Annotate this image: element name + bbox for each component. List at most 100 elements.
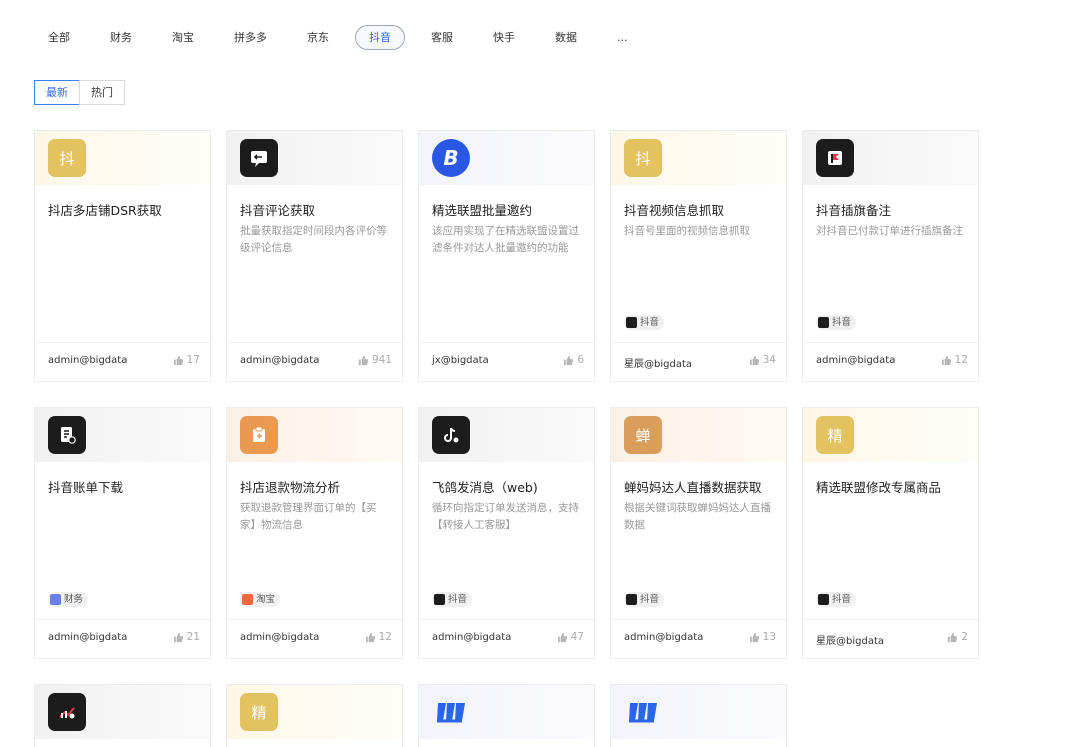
like-button[interactable]: 34 bbox=[749, 354, 776, 366]
card-title: 蝉妈妈达人直播数据获取 bbox=[624, 480, 762, 495]
card-author: 星辰@bigdata bbox=[624, 359, 692, 370]
app-card[interactable]: 抖 抖音视频信息抓取 抖音号里面的视频信息抓取 抖音 星辰@bigdata 34 bbox=[610, 130, 787, 382]
douyin-icon bbox=[818, 594, 829, 605]
like-button[interactable]: 13 bbox=[749, 631, 776, 643]
like-button[interactable]: 941 bbox=[358, 354, 392, 366]
thumbs-up-icon bbox=[557, 632, 567, 642]
card-header bbox=[227, 408, 402, 462]
tag-label: 抖音 bbox=[832, 594, 852, 605]
category-tag: 抖音 bbox=[624, 315, 665, 330]
douyin-icon bbox=[818, 317, 829, 328]
comment-bubble-icon bbox=[240, 139, 278, 177]
category-douyin[interactable]: 抖音 bbox=[355, 25, 405, 50]
thumbs-up-icon bbox=[941, 355, 951, 365]
like-button[interactable]: 47 bbox=[557, 631, 584, 643]
like-button[interactable]: 21 bbox=[173, 631, 200, 643]
letter-b-icon: B bbox=[432, 139, 470, 177]
like-count: 17 bbox=[186, 354, 200, 366]
card-header bbox=[419, 408, 594, 462]
dou-char-icon: 抖 bbox=[624, 139, 662, 177]
app-card[interactable]: 抖音插旗备注 对抖音已付款订单进行插旗备注 抖音 admin@bigdata 1… bbox=[802, 130, 979, 382]
thumbs-up-icon bbox=[749, 632, 759, 642]
app-card[interactable]: 抖店退款物流分析 获取退款管理界面订单的【买家】物流信息 淘宝 admin@bi… bbox=[226, 407, 403, 659]
like-count: 2 bbox=[961, 631, 968, 643]
app-card[interactable]: B 精选联盟批量邀约 该应用实现了在精选联盟设置过滤条件对达人批量邀约的功能 j… bbox=[418, 130, 595, 382]
app-card[interactable]: 精 bbox=[226, 684, 403, 747]
brand-logo-icon bbox=[624, 693, 662, 731]
app-card[interactable]: 蝉 蝉妈妈达人直播数据获取 根据关键词获取蝉妈妈达人直播数据 抖音 admin@… bbox=[610, 407, 787, 659]
category-pinduoduo[interactable]: 拼多多 bbox=[220, 25, 281, 50]
chan-char-icon: 蝉 bbox=[624, 416, 662, 454]
sort-latest-button[interactable]: 最新 bbox=[34, 80, 80, 105]
card-footer: admin@bigdata 17 bbox=[35, 342, 210, 381]
category-finance[interactable]: 财务 bbox=[96, 25, 146, 50]
card-description: 批量获取指定时间段内各评价等级评论信息 bbox=[240, 225, 387, 254]
jing-char-icon: 精 bbox=[240, 693, 278, 731]
category-jd[interactable]: 京东 bbox=[293, 25, 343, 50]
app-card[interactable] bbox=[418, 684, 595, 747]
card-footer: admin@bigdata 12 bbox=[803, 342, 978, 381]
card-header: 精 bbox=[803, 408, 978, 462]
card-header bbox=[35, 685, 210, 739]
category-all[interactable]: 全部 bbox=[34, 25, 84, 50]
douyin-icon bbox=[626, 594, 637, 605]
like-button[interactable]: 6 bbox=[563, 354, 584, 366]
card-author: admin@bigdata bbox=[240, 355, 320, 366]
card-description: 对抖音已付款订单进行插旗备注 bbox=[816, 225, 963, 237]
category-tag: 抖音 bbox=[816, 315, 857, 330]
card-title: 抖音插旗备注 bbox=[816, 203, 892, 218]
category-data[interactable]: 数据 bbox=[541, 25, 591, 50]
card-header: 蝉 bbox=[611, 408, 786, 462]
card-title: 精选联盟批量邀约 bbox=[432, 203, 533, 218]
category-tag: 淘宝 bbox=[240, 592, 281, 607]
category-more[interactable]: ... bbox=[603, 25, 642, 50]
card-author: admin@bigdata bbox=[48, 355, 128, 366]
like-button[interactable]: 12 bbox=[365, 631, 392, 643]
like-button[interactable]: 2 bbox=[947, 631, 968, 643]
flag-icon bbox=[816, 139, 854, 177]
card-footer: admin@bigdata 21 bbox=[35, 619, 210, 658]
card-author: 星辰@bigdata bbox=[816, 636, 884, 647]
app-card[interactable]: 飞鸽发消息（web) 循环向指定订单发送消息，支持【转接人工客服】 抖音 adm… bbox=[418, 407, 595, 659]
thumbs-up-icon bbox=[358, 355, 368, 365]
like-count: 21 bbox=[186, 631, 200, 643]
sort-popular-button[interactable]: 热门 bbox=[79, 80, 125, 105]
thumbs-up-icon bbox=[564, 355, 574, 365]
app-card[interactable]: 抖音评论获取 批量获取指定时间段内各评价等级评论信息 admin@bigdata… bbox=[226, 130, 403, 382]
category-tag: 抖音 bbox=[816, 592, 857, 607]
category-taobao[interactable]: 淘宝 bbox=[158, 25, 208, 50]
like-button[interactable]: 12 bbox=[941, 354, 968, 366]
category-kuaishou[interactable]: 快手 bbox=[479, 25, 529, 50]
app-card[interactable] bbox=[610, 684, 787, 747]
like-count: 6 bbox=[577, 354, 584, 366]
card-footer: admin@bigdata 47 bbox=[419, 619, 594, 658]
card-header: 精 bbox=[227, 685, 402, 739]
category-tag: 财务 bbox=[48, 592, 89, 607]
card-footer: admin@bigdata 941 bbox=[227, 342, 402, 381]
app-card[interactable]: 抖 抖店多店铺DSR获取 admin@bigdata 17 bbox=[34, 130, 211, 382]
card-title: 抖店退款物流分析 bbox=[240, 480, 341, 495]
like-count: 12 bbox=[378, 631, 392, 643]
app-card[interactable]: 抖音账单下载 财务 admin@bigdata 21 bbox=[34, 407, 211, 659]
app-card[interactable] bbox=[34, 684, 211, 747]
like-button[interactable]: 17 bbox=[173, 354, 200, 366]
card-title: 抖音账单下载 bbox=[48, 480, 124, 495]
card-header bbox=[803, 131, 978, 185]
app-card[interactable]: 精 精选联盟修改专属商品 抖音 星辰@bigdata 2 bbox=[802, 407, 979, 659]
card-footer: jx@bigdata 6 bbox=[419, 342, 594, 381]
card-header bbox=[35, 408, 210, 462]
category-service[interactable]: 客服 bbox=[417, 25, 467, 50]
thumbs-up-icon bbox=[173, 632, 183, 642]
card-header: B bbox=[419, 131, 594, 185]
like-count: 941 bbox=[371, 354, 392, 366]
refund-clipboard-icon bbox=[240, 416, 278, 454]
card-title: 抖店多店铺DSR获取 bbox=[48, 203, 162, 218]
card-author: admin@bigdata bbox=[48, 632, 128, 643]
card-author: admin@bigdata bbox=[816, 355, 896, 366]
like-count: 13 bbox=[762, 631, 776, 643]
like-count: 34 bbox=[762, 354, 776, 366]
card-footer: admin@bigdata 12 bbox=[227, 619, 402, 658]
card-header bbox=[419, 685, 594, 739]
thumbs-up-icon bbox=[173, 355, 183, 365]
category-filter-bar: 全部 财务 淘宝 拼多多 京东 抖音 客服 快手 数据 ... bbox=[34, 25, 654, 50]
